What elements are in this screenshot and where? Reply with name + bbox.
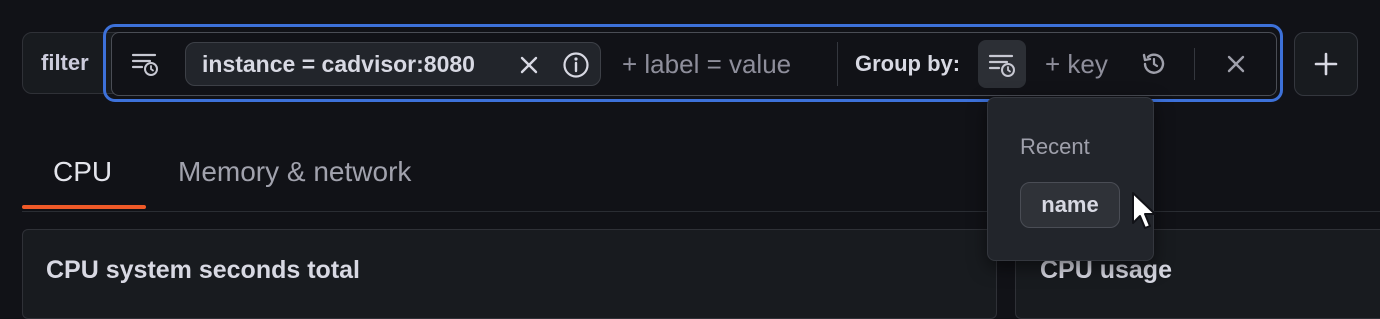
close-icon[interactable] xyxy=(516,52,542,78)
add-key-input[interactable]: + key xyxy=(1045,42,1108,86)
history-icon[interactable] xyxy=(1138,48,1170,80)
filter-history-icon[interactable] xyxy=(128,46,162,80)
tabs-border xyxy=(22,211,1380,212)
info-icon[interactable] xyxy=(561,50,591,80)
close-icon[interactable] xyxy=(1223,51,1249,77)
tab-cpu[interactable]: CPU xyxy=(53,150,112,194)
filter-chip-text: instance = cadvisor:8080 xyxy=(202,51,475,77)
group-by-button[interactable] xyxy=(978,40,1026,88)
add-label-input[interactable]: + label = value xyxy=(622,42,791,86)
add-button[interactable] xyxy=(1294,32,1358,96)
group-by-label: Group by: xyxy=(855,51,961,76)
active-tab-indicator xyxy=(22,205,146,209)
panel-title: CPU system seconds total xyxy=(46,256,360,284)
group-by-popover xyxy=(987,97,1154,261)
recent-item-name[interactable]: name xyxy=(1020,182,1120,228)
divider xyxy=(837,42,838,86)
plus-icon xyxy=(1314,52,1338,76)
mouse-cursor-icon xyxy=(1130,191,1160,233)
recent-section-label: Recent xyxy=(1020,134,1090,159)
tab-memory-network[interactable]: Memory & network xyxy=(178,150,411,194)
divider xyxy=(1194,48,1195,80)
filter-history-icon xyxy=(988,54,1015,77)
